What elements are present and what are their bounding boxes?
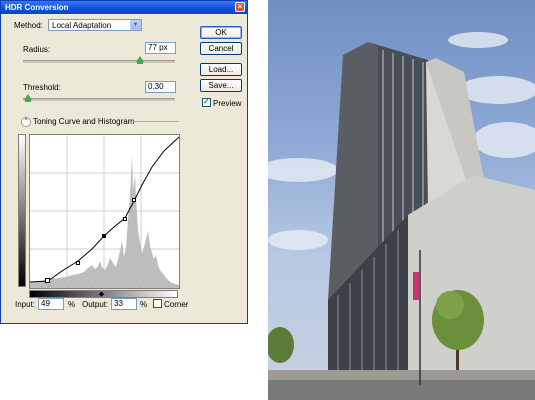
radius-field[interactable]: 77 px [145,42,176,54]
toning-curve-graph[interactable] [29,134,180,289]
red-banner [413,272,419,300]
title-bar[interactable]: HDR Conversion × [1,1,247,14]
method-label: Method: [14,21,43,30]
collapse-chevron-icon[interactable]: ^ [21,117,31,127]
chevron-down-icon[interactable]: ▼ [130,20,141,30]
output-unit: % [140,300,148,309]
threshold-field[interactable]: 0.30 [145,81,176,93]
street [268,380,535,400]
section-divider [129,121,179,122]
preview-label: Preview [213,99,242,108]
building-illustration [268,32,535,400]
dialog-title: HDR Conversion [5,3,69,12]
input-field[interactable]: 49 [38,298,64,310]
podium-building [408,175,535,390]
swap-gradient-icon[interactable]: ◆ [97,291,106,299]
curve-point[interactable] [132,198,136,202]
method-value: Local Adaptation [52,21,112,30]
curve-point-selected[interactable] [102,234,106,238]
radius-slider-thumb[interactable] [136,56,145,64]
corner-label: Corner [164,300,189,309]
curve-point[interactable] [45,278,50,283]
input-unit: % [68,300,76,309]
radius-label: Radius: [23,45,51,54]
output-gradient-bar [18,134,26,287]
threshold-label: Threshold: [23,83,61,92]
input-label: Input: [15,300,36,309]
corner-checkbox[interactable] [153,299,162,308]
method-select[interactable]: Local Adaptation ▼ [48,19,142,31]
curve-point[interactable] [76,261,80,265]
ok-button[interactable]: OK [200,26,242,39]
curve-svg[interactable] [29,135,180,288]
close-icon[interactable]: × [235,2,245,12]
sidewalk [268,370,535,380]
curve-point[interactable] [123,217,127,221]
cancel-button[interactable]: Cancel [200,42,242,55]
load-button[interactable]: Load... [200,63,242,76]
building-photo [268,0,535,400]
output-field[interactable]: 33 [111,298,137,310]
radius-slider-track[interactable] [23,60,175,63]
threshold-slider-track[interactable] [23,98,175,101]
hdr-conversion-dialog: HDR Conversion × Method: Local Adaptatio… [0,0,248,324]
save-button[interactable]: Save... [200,79,242,92]
threshold-slider-thumb[interactable] [23,94,32,102]
toning-section-label: Toning Curve and Histogram [33,117,135,126]
small-tree [268,327,294,363]
output-label: Output: [82,300,109,309]
preview-checkbox[interactable] [202,97,211,107]
